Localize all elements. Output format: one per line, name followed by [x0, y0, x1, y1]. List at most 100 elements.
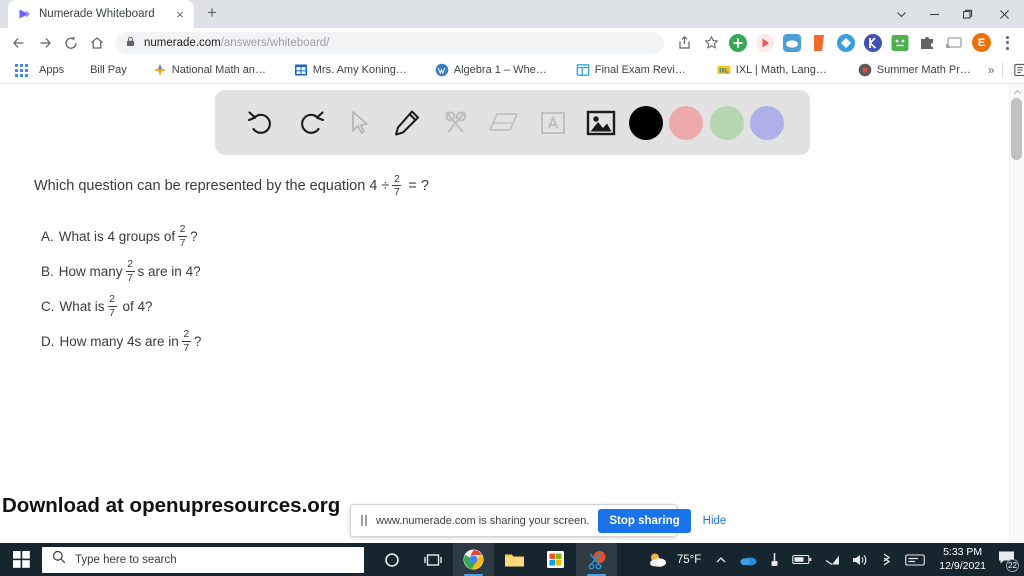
browser-tab-numerade-whiteboard[interactable]: Numerade Whiteboard ×: [8, 0, 194, 28]
extension-green-face-icon[interactable]: [890, 33, 910, 53]
cast-icon[interactable]: [944, 33, 964, 53]
partly-cloudy-icon[interactable]: [642, 543, 674, 576]
choice-text-after: s are in 4?: [137, 264, 201, 279]
bookmark-item-final-exam-review[interactable]: Final Exam Review -...: [570, 61, 698, 79]
question-prompt-text: Which question can be represented by the…: [34, 178, 390, 194]
answer-choice-list: A. What is 4 groups of 2 7 ? B. How many…: [41, 219, 201, 359]
close-tab-icon[interactable]: ×: [172, 6, 188, 22]
toolbar-actions: E: [671, 30, 1018, 56]
color-swatch-pink[interactable]: [669, 105, 704, 140]
reload-button[interactable]: [58, 30, 84, 56]
bookmark-item-mrs-amy-koning[interactable]: Mrs. Amy Koning -...: [288, 61, 416, 79]
close-window-button[interactable]: [984, 0, 1024, 28]
volume-icon[interactable]: [846, 543, 874, 576]
home-button[interactable]: [84, 30, 110, 56]
wifi-icon[interactable]: [818, 543, 846, 576]
extension-kami-icon[interactable]: [863, 33, 883, 53]
whiteboard-page: Which question can be represented by the…: [0, 84, 1024, 543]
tab-search-chevron-button[interactable]: [885, 0, 918, 28]
answer-choice-a[interactable]: A. What is 4 groups of 2 7 ?: [41, 219, 201, 254]
color-swatch-purple[interactable]: [749, 105, 784, 140]
undo-tool[interactable]: [241, 102, 283, 144]
weather-temperature[interactable]: 75°F: [674, 554, 709, 566]
minimize-button[interactable]: [918, 0, 951, 28]
extension-puzzle-icon[interactable]: [917, 33, 937, 53]
extension-red-play-icon[interactable]: [755, 33, 775, 53]
bookmark-label: Final Exam Review -...: [594, 64, 692, 76]
choice-letter: A.: [41, 229, 54, 244]
profile-avatar[interactable]: E: [972, 33, 991, 52]
chrome-menu-button[interactable]: [996, 31, 1018, 55]
task-view-icon[interactable]: [412, 543, 453, 576]
cortana-circle-icon[interactable]: [371, 543, 412, 576]
bookmark-label: Algebra 1 – When...: [453, 64, 551, 76]
taskbar-search-box[interactable]: Type here to search: [42, 546, 364, 573]
onedrive-cloud-icon[interactable]: [733, 543, 763, 576]
text-tool[interactable]: [532, 102, 574, 144]
new-tab-button[interactable]: +: [198, 0, 226, 28]
reading-list-icon: [1013, 63, 1024, 77]
url-path: /answers/whiteboard/: [220, 36, 330, 49]
pencil-tool[interactable]: [386, 102, 428, 144]
extension-orange-tab-icon[interactable]: [809, 33, 829, 53]
bookmark-item-summer-math-practice[interactable]: Summer Math Pract...: [852, 61, 980, 79]
choice-text-before: How many: [58, 264, 123, 279]
chrome-icon[interactable]: [453, 543, 494, 576]
bookmarks-overflow-button[interactable]: »: [980, 63, 1003, 77]
hide-sharing-bar-button[interactable]: Hide: [700, 511, 730, 531]
answer-choice-b[interactable]: B. How many 2 7 s are in 4?: [41, 254, 201, 289]
answer-choice-d[interactable]: D. How many 4s are in 2 7 ?: [41, 324, 201, 359]
back-button[interactable]: [6, 30, 32, 56]
snip-and-sketch-icon[interactable]: [576, 543, 617, 576]
keyboard-layout-icon[interactable]: [899, 543, 931, 576]
shapes-tool[interactable]: [435, 102, 477, 144]
bookmark-item-bill-pay[interactable]: Bill Pay: [84, 62, 133, 78]
usb-eject-icon[interactable]: [763, 543, 786, 576]
bookmark-item-ixl[interactable]: IXL IXL | Math, Languag...: [711, 61, 839, 79]
image-tool[interactable]: [580, 102, 622, 144]
scroll-up-arrow-icon[interactable]: [1010, 86, 1024, 98]
attribution-footer: Download at openupresources.org: [2, 494, 341, 517]
apps-grid-icon: [12, 61, 30, 79]
bookmark-label: Mrs. Amy Koning -...: [312, 64, 410, 76]
dark-circle-icon: [858, 63, 872, 77]
bookmark-item-national-math[interactable]: National Math and...: [147, 61, 275, 79]
answer-choice-c[interactable]: C. What is 2 7 of 4?: [41, 289, 201, 324]
bookmark-star-icon[interactable]: [698, 30, 724, 56]
padlock-icon: [125, 34, 136, 52]
show-hidden-icons-chevron[interactable]: [709, 543, 733, 576]
extension-green-plus-icon[interactable]: [728, 33, 748, 53]
address-bar-url: numerade.com/answers/whiteboard/: [144, 37, 329, 49]
bookmark-item-algebra-1[interactable]: Algebra 1 – When...: [429, 61, 557, 79]
fraction-denominator: 7: [179, 236, 186, 249]
taskbar-search-placeholder: Type here to search: [75, 553, 177, 566]
file-explorer-icon[interactable]: [494, 543, 535, 576]
redo-tool[interactable]: [289, 102, 331, 144]
fraction-denominator: 7: [183, 341, 190, 354]
share-page-icon[interactable]: [671, 30, 697, 56]
bookmark-apps[interactable]: Apps: [6, 59, 70, 81]
taskbar-clock[interactable]: 5:33 PM 12/9/2021: [931, 546, 994, 574]
bookmark-label: Bill Pay: [90, 64, 127, 76]
color-swatch-green[interactable]: [709, 105, 744, 140]
stop-sharing-button[interactable]: Stop sharing: [598, 508, 691, 533]
page-scrollbar[interactable]: [1009, 84, 1024, 543]
battery-icon[interactable]: [786, 543, 818, 576]
address-bar[interactable]: numerade.com/answers/whiteboard/: [115, 31, 664, 54]
eraser-tool[interactable]: [483, 102, 525, 144]
forward-button[interactable]: [32, 30, 58, 56]
pause-icon[interactable]: [361, 515, 367, 526]
reading-list-button[interactable]: Reading list: [1007, 61, 1024, 79]
bluetooth-icon[interactable]: [874, 543, 899, 576]
bookmarks-bar: Apps Bill Pay National Math and... Mrs. …: [0, 57, 1024, 84]
extension-blue-diamond-icon[interactable]: [836, 33, 856, 53]
extension-blue-cloud-icon[interactable]: [782, 33, 802, 53]
scrollbar-thumb[interactable]: [1011, 98, 1022, 160]
maximize-button[interactable]: [951, 0, 984, 28]
microsoft-store-icon[interactable]: [535, 543, 576, 576]
notification-center-button[interactable]: 22: [994, 543, 1022, 576]
clock-time: 5:33 PM: [943, 545, 983, 558]
select-tool[interactable]: [338, 102, 380, 144]
color-swatch-black[interactable]: [628, 105, 663, 140]
start-button[interactable]: [0, 543, 42, 576]
